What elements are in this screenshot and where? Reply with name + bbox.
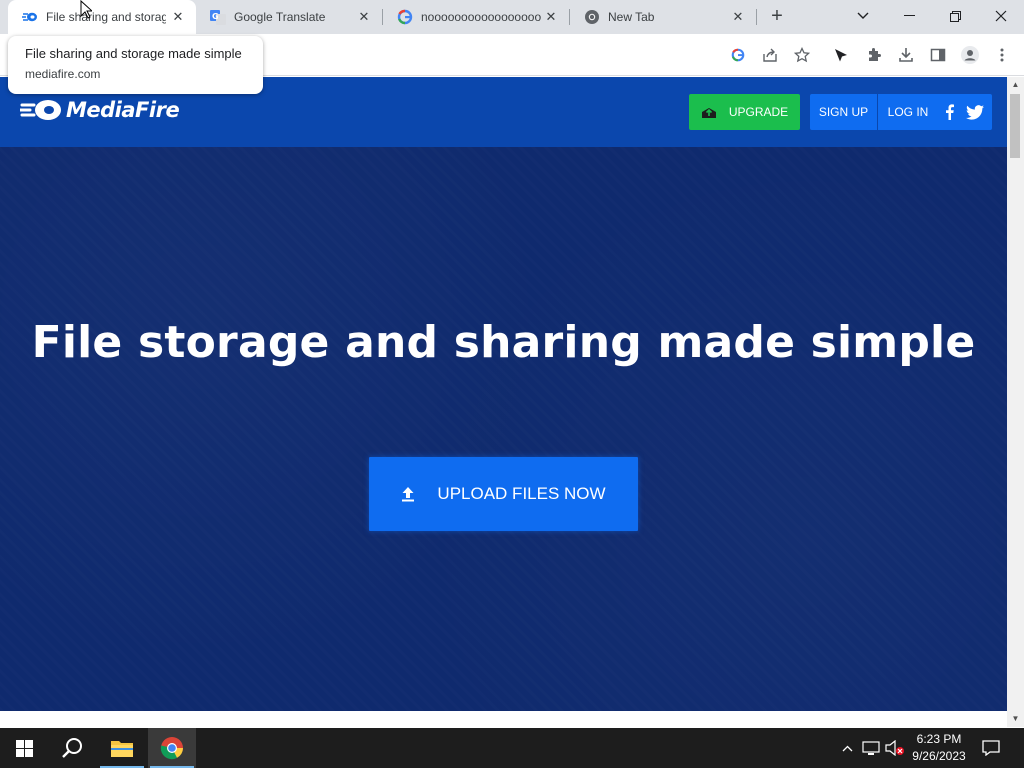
scroll-up-arrow-icon[interactable]: ▲ bbox=[1007, 77, 1024, 93]
tab-google-translate[interactable]: G Google Translate ✕ bbox=[196, 0, 382, 34]
hero-title: File storage and sharing made simple bbox=[31, 317, 976, 368]
upload-files-button[interactable]: UPLOAD FILES NOW bbox=[369, 457, 638, 531]
tab-new-tab[interactable]: New Tab ✕ bbox=[570, 0, 756, 34]
google-icon bbox=[397, 9, 413, 25]
show-hidden-icons-chevron-icon[interactable] bbox=[838, 728, 856, 768]
profile-avatar-icon[interactable] bbox=[960, 45, 980, 65]
more-menu-icon[interactable] bbox=[992, 45, 1012, 65]
close-tab-icon[interactable]: ✕ bbox=[543, 9, 559, 25]
close-tab-icon[interactable]: ✕ bbox=[170, 9, 186, 25]
mediafire-logo-icon bbox=[20, 100, 61, 120]
minimize-button[interactable] bbox=[886, 0, 932, 32]
tab-hover-card: File sharing and storage made simple med… bbox=[8, 36, 263, 94]
notifications-icon[interactable] bbox=[978, 728, 1004, 768]
tab-title: New Tab bbox=[608, 10, 655, 24]
hover-card-url: mediafire.com bbox=[25, 67, 101, 81]
scrollbar-thumb[interactable] bbox=[1010, 94, 1020, 158]
close-window-button[interactable] bbox=[978, 0, 1024, 32]
upgrade-button[interactable]: UPGRADE bbox=[689, 94, 800, 130]
network-icon[interactable] bbox=[860, 728, 882, 768]
system-clock[interactable]: 6:23 PM 9/26/2023 bbox=[908, 731, 970, 765]
upload-icon bbox=[402, 487, 415, 502]
volume-muted-icon[interactable] bbox=[884, 728, 906, 768]
upgrade-icon bbox=[701, 108, 716, 118]
chrome-icon bbox=[584, 9, 600, 25]
close-tab-icon[interactable]: ✕ bbox=[356, 9, 372, 25]
page-footer-strip bbox=[0, 711, 1007, 727]
scroll-down-arrow-icon[interactable]: ▼ bbox=[1007, 711, 1024, 727]
restore-button[interactable] bbox=[932, 0, 978, 32]
tab-google-search[interactable]: noooooooooooooooooooooooooo ✕ bbox=[383, 0, 569, 34]
auth-button-group: SIGN UP LOG IN bbox=[810, 94, 992, 130]
tab-title: Google Translate bbox=[234, 10, 326, 24]
folder-icon bbox=[111, 741, 133, 757]
hero-section: File storage and sharing made simple UPL… bbox=[0, 147, 1007, 711]
search-button[interactable] bbox=[48, 728, 96, 768]
windows-taskbar: 6:23 PM 9/26/2023 bbox=[0, 728, 1024, 768]
google-lens-icon[interactable] bbox=[728, 45, 748, 65]
log-in-button[interactable]: LOG IN bbox=[878, 94, 938, 130]
clock-time: 6:23 PM bbox=[916, 732, 962, 746]
chrome-taskbar-button[interactable] bbox=[148, 728, 196, 768]
cursor-extension-icon[interactable] bbox=[831, 45, 851, 65]
tab-title: noooooooooooooooooooooooooo bbox=[421, 10, 541, 24]
tab-search-icon[interactable] bbox=[840, 0, 886, 32]
page-viewport: MediaFire UPGRADE SIGN UP LOG IN File st… bbox=[0, 77, 1007, 711]
vertical-scrollbar[interactable]: ▲ ▼ bbox=[1007, 77, 1024, 727]
start-button[interactable] bbox=[0, 728, 48, 768]
bookmark-star-icon[interactable] bbox=[792, 45, 812, 65]
google-translate-icon: G bbox=[210, 9, 226, 25]
tab-mediafire[interactable]: File sharing and storage made simple ✕ bbox=[8, 0, 196, 34]
download-icon[interactable] bbox=[896, 45, 916, 65]
facebook-icon[interactable] bbox=[942, 103, 956, 121]
windows-logo-icon bbox=[15, 739, 33, 757]
mediafire-logo[interactable]: MediaFire bbox=[20, 97, 180, 123]
logo-text: MediaFire bbox=[66, 98, 180, 122]
tab-title: File sharing and storage made simple bbox=[46, 10, 166, 24]
tab-separator bbox=[756, 9, 757, 25]
upload-label: UPLOAD FILES NOW bbox=[437, 484, 606, 503]
mediafire-icon bbox=[22, 9, 38, 25]
sign-up-button[interactable]: SIGN UP bbox=[810, 94, 877, 130]
side-panel-icon[interactable] bbox=[928, 45, 948, 65]
tab-strip: File sharing and storage made simple ✕ G… bbox=[0, 0, 1024, 34]
upgrade-label: UPGRADE bbox=[728, 105, 789, 119]
chrome-icon bbox=[160, 737, 183, 760]
close-tab-icon[interactable]: ✕ bbox=[730, 9, 746, 25]
new-tab-button[interactable]: + bbox=[764, 5, 790, 29]
extensions-puzzle-icon[interactable] bbox=[864, 45, 884, 65]
svg-text:G: G bbox=[212, 12, 219, 21]
search-icon bbox=[62, 738, 82, 758]
file-explorer-button[interactable] bbox=[98, 728, 146, 768]
clock-date: 9/26/2023 bbox=[912, 749, 966, 763]
hover-card-title: File sharing and storage made simple bbox=[25, 46, 242, 61]
mouse-cursor-icon bbox=[80, 0, 92, 19]
share-icon[interactable] bbox=[760, 45, 780, 65]
twitter-icon[interactable] bbox=[965, 103, 985, 121]
